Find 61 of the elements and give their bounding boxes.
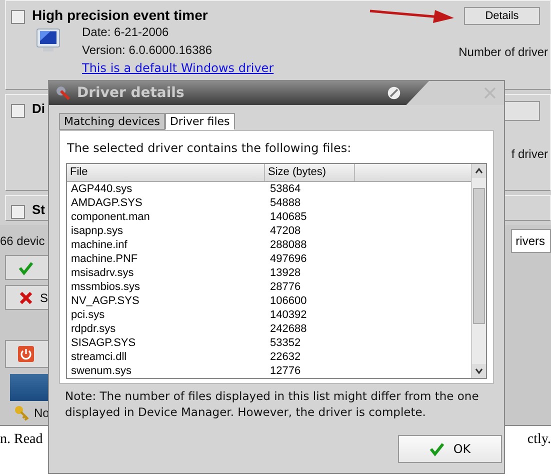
page-text: ctly. <box>527 432 551 448</box>
driver-count-label: f driver <box>511 147 548 161</box>
scroll-down-icon[interactable] <box>472 364 486 378</box>
power-icon <box>18 346 34 362</box>
device-name: High precision event timer <box>32 7 208 23</box>
key-icon <box>14 405 30 421</box>
dialog-title: Driver details <box>77 85 186 101</box>
device-name: Di <box>32 101 45 116</box>
file-name: AMDAGP.SYS <box>70 197 144 209</box>
filter-field[interactable]: rivers <box>510 229 551 253</box>
scrollbar[interactable] <box>471 164 486 378</box>
file-size: 140392 <box>269 309 307 321</box>
file-size: 13928 <box>269 267 301 279</box>
heading: The selected driver contains the following files: <box>67 141 352 155</box>
driver-date: Date: 6-21-2006 <box>82 25 170 39</box>
checkbox[interactable] <box>11 104 25 118</box>
driver-count-label: Number of driver <box>458 45 548 59</box>
file-name: AGP440.sys <box>70 183 134 195</box>
scroll-up-icon[interactable] <box>472 164 486 178</box>
file-size: 53864 <box>269 183 301 195</box>
file-name: rdpdr.sys <box>70 323 117 335</box>
driver-version: Version: 6.0.6000.16386 <box>82 43 214 57</box>
file-name: mssmbios.sys <box>70 281 142 293</box>
ok-button[interactable]: OK <box>398 435 502 463</box>
file-name: msisadrv.sys <box>70 267 135 279</box>
file-size: 53352 <box>269 337 301 349</box>
file-size: 242688 <box>269 323 307 335</box>
file-name: streamci.dll <box>70 351 128 363</box>
file-name: machine.inf <box>70 239 128 251</box>
column-header[interactable]: File <box>67 164 265 181</box>
tab[interactable]: Matching devices <box>59 113 165 130</box>
file-size: 140685 <box>269 211 307 223</box>
cross-icon <box>18 290 34 306</box>
note-text: Note: The number of files displayed in this list might differ from the one displayed in Device Manager. However, the driver is complete. <box>65 388 480 420</box>
checkbox[interactable] <box>11 205 25 219</box>
file-size: 54888 <box>269 197 301 209</box>
file-size: 288088 <box>269 239 307 251</box>
file-size: 12776 <box>269 365 301 377</box>
file-name: SISAGP.SYS <box>70 337 137 349</box>
file-size: 497696 <box>269 253 307 265</box>
check-icon <box>18 260 34 276</box>
tab[interactable]: Driver files <box>164 113 235 130</box>
file-size: 106600 <box>269 295 307 307</box>
device-count: 66 devic <box>0 234 45 248</box>
file-size: 47208 <box>269 225 301 237</box>
file-name: pci.sys <box>70 309 106 321</box>
file-size: 22632 <box>269 351 301 363</box>
file-name: swenum.sys <box>70 365 133 377</box>
file-name: isapnp.sys <box>70 225 124 237</box>
file-name: machine.PNF <box>70 253 139 265</box>
file-name: component.man <box>70 211 151 223</box>
check-icon <box>429 441 446 457</box>
column-header[interactable]: Size (bytes) <box>265 164 355 181</box>
device-name: St <box>32 202 45 217</box>
file-name: NV_AGP.SYS <box>70 295 140 307</box>
default-driver-link[interactable]: This is a default Windows driver <box>82 61 274 75</box>
details-button[interactable]: Details <box>464 7 540 25</box>
checkbox[interactable] <box>11 10 25 24</box>
page-text: n. Read <box>0 432 43 448</box>
file-size: 28776 <box>269 281 301 293</box>
banner <box>10 374 50 401</box>
